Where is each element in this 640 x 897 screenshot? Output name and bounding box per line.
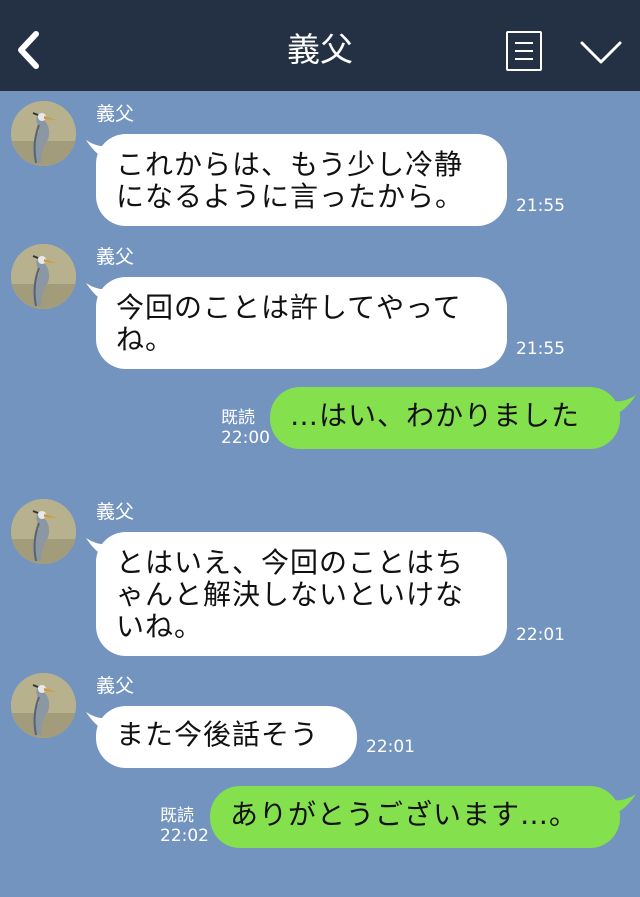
message-bubble[interactable]: 今回のことは許してやって ね。 <box>96 277 507 369</box>
message-line: これからは、もう少し冷静 <box>116 148 464 181</box>
sender-name: 義父 <box>96 246 135 268</box>
read-status: 既読 22:00 <box>221 408 270 448</box>
message-time: 21:55 <box>516 196 565 216</box>
heron-avatar <box>11 499 76 564</box>
chat-header: 義父 <box>0 0 640 91</box>
message-bubble[interactable]: また今後話そう <box>96 706 357 768</box>
message-bubble[interactable]: これからは、もう少し冷静 になるように言ったから。 <box>96 134 507 226</box>
message-line: また今後話そう <box>116 718 320 751</box>
read-status: 既読 22:02 <box>160 806 209 846</box>
read-label: 既読 <box>160 806 194 826</box>
sender-name: 義父 <box>96 675 135 697</box>
avatar[interactable] <box>11 673 76 738</box>
read-label: 既読 <box>221 408 255 428</box>
message-bubble[interactable]: ありがとうございます…。 <box>210 786 620 848</box>
chevron-down-icon <box>580 41 622 64</box>
message-time: 22:00 <box>221 428 270 448</box>
message-time: 22:01 <box>366 737 415 757</box>
message-line: ね。 <box>116 323 175 356</box>
avatar[interactable] <box>11 499 76 564</box>
message-time: 21:55 <box>516 339 565 359</box>
sender-name: 義父 <box>96 501 135 523</box>
message-line: いね。 <box>116 610 204 643</box>
message-line: ありがとうございます…。 <box>230 798 579 831</box>
message-bubble[interactable]: とはいえ、今回のことはち ゃんと解決しないといけな いね。 <box>96 532 507 656</box>
avatar[interactable] <box>11 101 76 166</box>
heron-avatar <box>11 101 76 166</box>
heron-avatar <box>11 244 76 309</box>
message-line: 今回のことは許してやって <box>116 291 462 324</box>
sender-name: 義父 <box>96 103 135 125</box>
bubble-tail <box>612 395 636 415</box>
bubble-tail <box>612 794 636 814</box>
message-time: 22:02 <box>160 826 209 846</box>
chat-title: 義父 <box>287 30 353 69</box>
notes-menu-button[interactable] <box>506 31 542 71</box>
message-line: …はい、わかりました <box>290 399 581 432</box>
message-bubble[interactable]: …はい、わかりました <box>270 387 620 449</box>
collapse-button[interactable] <box>578 38 624 68</box>
heron-avatar <box>11 673 76 738</box>
message-line: になるように言ったから。 <box>116 180 465 213</box>
avatar[interactable] <box>11 244 76 309</box>
message-line: とはいえ、今回のことはち <box>116 546 465 579</box>
message-line: ゃんと解決しないといけな <box>116 578 465 611</box>
message-time: 22:01 <box>516 625 565 645</box>
